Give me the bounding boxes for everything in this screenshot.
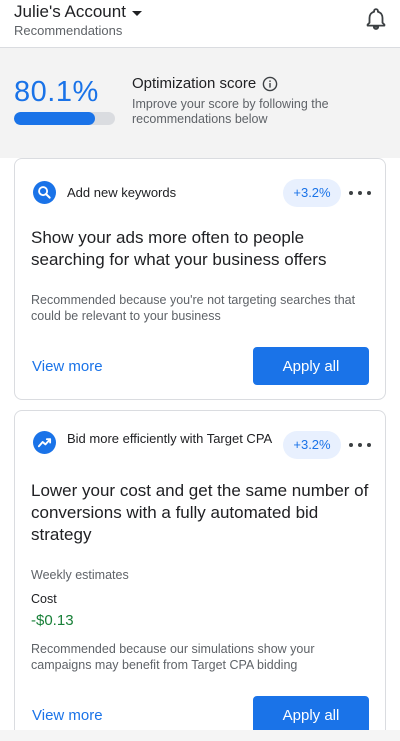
recommendation-card-keywords: Add new keywords +3.2% Show your ads mor… (14, 158, 386, 400)
recommendation-heading: Lower your cost and get the same number … (31, 481, 369, 544)
account-name: Julie's Account (14, 2, 126, 21)
dropdown-caret-icon (131, 10, 142, 16)
score-uplift-chip[interactable]: +3.2% (283, 431, 341, 459)
optimization-score-description: Improve your score by following the reco… (132, 97, 329, 126)
apply-all-button[interactable]: Apply all (253, 347, 369, 385)
weekly-estimates-label: Weekly estimates (31, 568, 129, 582)
cost-change-value: -$0.13 (31, 612, 74, 629)
more-options-icon[interactable] (349, 441, 371, 449)
trending-up-icon (33, 431, 56, 454)
view-more-link[interactable]: View more (32, 358, 103, 375)
search-icon (33, 181, 56, 204)
page-subtitle: Recommendations (14, 23, 123, 38)
optimization-score-label: Optimization score (132, 75, 257, 92)
recommendation-type: Add new keywords (67, 185, 177, 200)
recommendation-card-target-cpa: Bid more efficiently with Target CPA +3.… (14, 410, 386, 741)
info-icon[interactable] (262, 76, 278, 92)
recommendation-reason: Recommended because you're not targeting… (31, 293, 356, 323)
optimization-score-bar (14, 112, 115, 125)
account-switcher[interactable]: Julie's Account (14, 2, 142, 22)
app-header: Julie's Account Recommendations (0, 0, 400, 48)
optimization-score-bar-fill (14, 112, 95, 125)
notifications-bell-icon[interactable] (364, 7, 388, 31)
more-options-icon[interactable] (349, 189, 371, 197)
recommendation-type: Bid more efficiently with Target CPA (67, 431, 273, 446)
score-uplift-chip[interactable]: +3.2% (283, 179, 341, 207)
cost-label: Cost (31, 592, 57, 606)
recommendation-reason: Recommended because our simulations show… (31, 642, 315, 672)
optimization-score-section: 80.1% Optimization score Improve your sc… (0, 48, 400, 158)
optimization-score-title: Optimization score (132, 75, 278, 92)
recommendation-heading: Show your ads more often to people searc… (31, 228, 327, 269)
optimization-score-value: 80.1% (14, 76, 99, 108)
view-more-link[interactable]: View more (32, 707, 103, 724)
apply-all-button[interactable]: Apply all (253, 696, 369, 734)
bottom-edge (0, 730, 400, 741)
